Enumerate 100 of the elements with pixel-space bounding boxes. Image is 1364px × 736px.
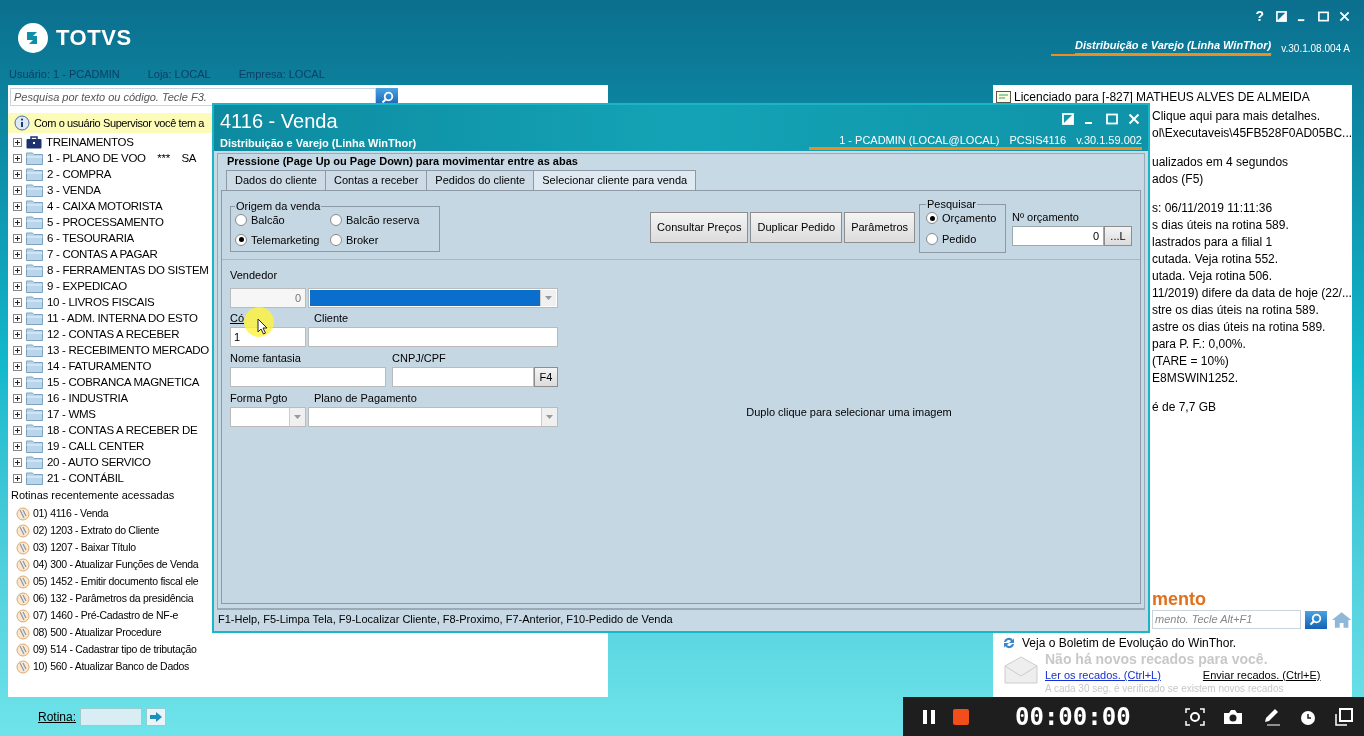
- stop-icon[interactable]: [953, 708, 969, 725]
- expand-icon[interactable]: [13, 217, 22, 227]
- dialog-button[interactable]: Parâmetros: [844, 212, 915, 243]
- expand-icon[interactable]: [13, 169, 22, 179]
- expand-icon[interactable]: [13, 409, 22, 419]
- screenshot-icon[interactable]: [1184, 707, 1205, 726]
- recent-item[interactable]: 01) 4116 - Venda: [16, 505, 608, 522]
- menu-item[interactable]: 14 - FATURAMENTO: [47, 359, 152, 373]
- help-search-field[interactable]: mento. Tecle Alt+F1: [1152, 610, 1301, 629]
- session-info: Loja: LOCAL: [147, 66, 211, 82]
- radio-option[interactable]: Telemarketing: [235, 231, 330, 248]
- menu-item[interactable]: 16 - INDUSTRIA: [47, 391, 128, 405]
- menu-item[interactable]: 5 - PROCESSAMENTO: [47, 215, 164, 229]
- maximize-icon[interactable]: [1106, 113, 1118, 125]
- menu-item[interactable]: 6 - TESOURARIA: [47, 231, 134, 245]
- menu-item[interactable]: 8 - FERRAMENTAS DO SISTEM: [47, 263, 209, 277]
- dialog-button[interactable]: Duplicar Pedido: [750, 212, 843, 243]
- expand-icon[interactable]: [13, 201, 22, 211]
- expand-icon[interactable]: [13, 137, 22, 147]
- tab[interactable]: Pedidos do cliente: [426, 170, 535, 190]
- expand-icon[interactable]: [13, 249, 22, 259]
- radio-option[interactable]: Pedido: [926, 230, 999, 247]
- expand-icon[interactable]: [13, 153, 22, 163]
- recent-item[interactable]: 05) 1452 - Emitir documento fiscal ele: [16, 573, 608, 590]
- menu-item[interactable]: 1 - PLANO DE VOO *** SA: [47, 151, 197, 165]
- menu-item[interactable]: 7 - CONTAS A PAGAR: [47, 247, 158, 261]
- menu-item[interactable]: 12 - CONTAS A RECEBER: [47, 327, 180, 341]
- expand-icon[interactable]: [13, 297, 22, 307]
- search-button[interactable]: [1304, 610, 1327, 629]
- restore-icon[interactable]: [1062, 113, 1074, 125]
- expand-icon[interactable]: [13, 457, 22, 467]
- program-code: PCSIS4116: [1009, 133, 1067, 147]
- menu-item[interactable]: 15 - COBRANCA MAGNETICA: [47, 375, 200, 389]
- tab[interactable]: Selecionar cliente para venda: [533, 170, 697, 190]
- camera-icon[interactable]: [1222, 708, 1243, 725]
- recent-item[interactable]: 09) 514 - Cadastrar tipo de tributação: [16, 641, 608, 658]
- recent-item[interactable]: 02) 1203 - Extrato do Cliente: [16, 522, 608, 539]
- expand-icon[interactable]: [13, 393, 22, 403]
- restore-icon[interactable]: [1276, 11, 1287, 22]
- folder-icon: [26, 231, 43, 245]
- radio-option[interactable]: Orçamento: [926, 210, 999, 227]
- send-messages-link[interactable]: Enviar recados. (Ctrl+E): [1202, 668, 1321, 683]
- trade-name-field[interactable]: [230, 367, 386, 387]
- info-line: astre os dias úteis na rotina 589.: [1152, 319, 1327, 336]
- document-field[interactable]: [392, 367, 534, 387]
- expand-icon[interactable]: [13, 281, 22, 291]
- product-link[interactable]: Distribuição e Varejo (Linha WinThor): [1050, 37, 1272, 56]
- radio-option[interactable]: Balcão: [235, 212, 330, 229]
- tab[interactable]: Contas a receber: [324, 170, 428, 190]
- recent-item[interactable]: 03) 1207 - Baixar Título: [16, 539, 608, 556]
- menu-item[interactable]: 9 - EXPEDICAO: [47, 279, 127, 293]
- expand-icon[interactable]: [13, 361, 22, 371]
- close-icon[interactable]: [1128, 113, 1140, 125]
- menu-item[interactable]: 4 - CAIXA MOTORISTA: [47, 199, 163, 213]
- menu-item[interactable]: 10 - LIVROS FISCAIS: [47, 295, 155, 309]
- seller-dropdown[interactable]: [308, 288, 558, 308]
- expand-icon[interactable]: [13, 265, 22, 275]
- help-button[interactable]: ?: [1255, 6, 1264, 27]
- expand-icon[interactable]: [13, 473, 22, 483]
- pause-icon[interactable]: [921, 708, 937, 725]
- radio-option[interactable]: Balcão reserva: [330, 212, 435, 229]
- routine-field[interactable]: [80, 707, 143, 726]
- expand-icon[interactable]: [13, 233, 22, 243]
- menu-item[interactable]: 11 - ADM. INTERNA DO ESTO: [47, 311, 198, 325]
- field-label: CNPJ/CPF: [392, 351, 447, 365]
- seller-code-field[interactable]: 0: [230, 288, 306, 308]
- dialog-button[interactable]: Consultar Preços: [650, 212, 749, 243]
- menu-item[interactable]: 19 - CALL CENTER: [47, 439, 145, 453]
- close-icon[interactable]: [1339, 11, 1350, 22]
- tab[interactable]: Dados do cliente: [226, 170, 326, 190]
- expand-icon[interactable]: [13, 185, 22, 195]
- recent-item[interactable]: 10) 560 - Atualizar Banco de Dados: [16, 658, 608, 675]
- expand-icon[interactable]: [13, 377, 22, 387]
- read-messages-link[interactable]: Ler os recados. (Ctrl+L): [1045, 668, 1161, 683]
- folder-icon: [26, 471, 43, 485]
- dialog-button[interactable]: F4: [534, 367, 558, 387]
- status-bar: F1-Help, F5-Limpa Tela, F9-Localizar Cliente, F8-Proximo, F7-Anterior, F10-Pedido de Venda: [217, 609, 1145, 628]
- expand-icon[interactable]: [13, 313, 22, 323]
- menu-item[interactable]: 20 - AUTO SERVICO: [47, 455, 151, 469]
- expand-icon[interactable]: [13, 329, 22, 339]
- menu-item[interactable]: 13 - RECEBIMENTO MERCADO: [47, 343, 209, 357]
- dialog-button[interactable]: ...L: [1104, 226, 1132, 246]
- budget-number-field[interactable]: 0: [1012, 226, 1104, 246]
- expand-icon[interactable]: [13, 425, 22, 435]
- expand-icon[interactable]: [13, 441, 22, 451]
- expand-icon[interactable]: [13, 345, 22, 355]
- bulletin-link[interactable]: Veja o Boletim de Evolução do WinThor.: [1022, 636, 1237, 650]
- radio-option[interactable]: Broker: [330, 231, 435, 248]
- menu-item[interactable]: 2 - COMPRA: [47, 167, 112, 181]
- menu-item[interactable]: 3 - VENDA: [47, 183, 101, 197]
- recent-item[interactable]: 06) 132 - Parâmetros da presidência: [16, 590, 608, 607]
- go-button[interactable]: [146, 707, 167, 726]
- maximize-icon[interactable]: [1318, 11, 1329, 22]
- client-name-field[interactable]: [308, 327, 558, 347]
- menu-item[interactable]: TREINAMENTOS: [46, 135, 134, 149]
- recent-item[interactable]: 04) 300 - Atualizar Funções de Venda: [16, 556, 608, 573]
- window-icon[interactable]: [1334, 707, 1353, 726]
- menu-item[interactable]: 18 - CONTAS A RECEBER DE: [47, 423, 198, 437]
- menu-item[interactable]: 21 - CONTÁBIL: [47, 471, 124, 485]
- menu-item[interactable]: 17 - WMS: [47, 407, 96, 421]
